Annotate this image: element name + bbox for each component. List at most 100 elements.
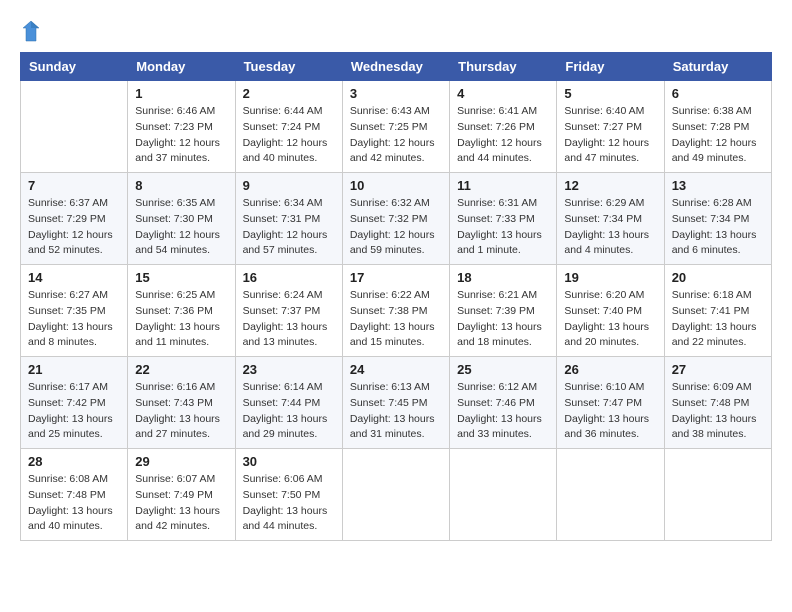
day-number: 2 (243, 86, 335, 101)
calendar-cell: 23 Sunrise: 6:14 AM Sunset: 7:44 PM Dayli… (235, 357, 342, 449)
weekday-header-saturday: Saturday (664, 53, 771, 81)
day-number: 4 (457, 86, 549, 101)
day-info: Sunrise: 6:06 AM Sunset: 7:50 PM Dayligh… (243, 472, 335, 535)
day-info: Sunrise: 6:12 AM Sunset: 7:46 PM Dayligh… (457, 380, 549, 443)
day-number: 26 (564, 362, 656, 377)
day-info: Sunrise: 6:18 AM Sunset: 7:41 PM Dayligh… (672, 288, 764, 351)
calendar-cell (21, 81, 128, 173)
calendar-cell (450, 449, 557, 541)
day-info: Sunrise: 6:09 AM Sunset: 7:48 PM Dayligh… (672, 380, 764, 443)
day-number: 11 (457, 178, 549, 193)
day-number: 14 (28, 270, 120, 285)
weekday-header-tuesday: Tuesday (235, 53, 342, 81)
weekday-header-sunday: Sunday (21, 53, 128, 81)
day-number: 13 (672, 178, 764, 193)
calendar-cell: 17 Sunrise: 6:22 AM Sunset: 7:38 PM Dayli… (342, 265, 449, 357)
day-number: 5 (564, 86, 656, 101)
day-number: 29 (135, 454, 227, 469)
weekday-header-monday: Monday (128, 53, 235, 81)
day-number: 25 (457, 362, 549, 377)
day-info: Sunrise: 6:44 AM Sunset: 7:24 PM Dayligh… (243, 104, 335, 167)
day-info: Sunrise: 6:29 AM Sunset: 7:34 PM Dayligh… (564, 196, 656, 259)
calendar-cell: 3 Sunrise: 6:43 AM Sunset: 7:25 PM Daylig… (342, 81, 449, 173)
day-info: Sunrise: 6:22 AM Sunset: 7:38 PM Dayligh… (350, 288, 442, 351)
calendar-cell (342, 449, 449, 541)
calendar-cell: 18 Sunrise: 6:21 AM Sunset: 7:39 PM Dayli… (450, 265, 557, 357)
day-info: Sunrise: 6:10 AM Sunset: 7:47 PM Dayligh… (564, 380, 656, 443)
calendar-cell: 20Sunrise: 6:18 AM Sunset: 7:41 PM Dayli… (664, 265, 771, 357)
calendar-cell: 6 Sunrise: 6:38 AM Sunset: 7:28 PM Daylig… (664, 81, 771, 173)
calendar-cell: 16 Sunrise: 6:24 AM Sunset: 7:37 PM Dayli… (235, 265, 342, 357)
calendar-cell: 14 Sunrise: 6:27 AM Sunset: 7:35 PM Dayli… (21, 265, 128, 357)
calendar-cell: 25 Sunrise: 6:12 AM Sunset: 7:46 PM Dayli… (450, 357, 557, 449)
day-number: 8 (135, 178, 227, 193)
day-number: 19 (564, 270, 656, 285)
day-info: Sunrise: 6:41 AM Sunset: 7:26 PM Dayligh… (457, 104, 549, 167)
day-info: Sunrise: 6:17 AM Sunset: 7:42 PM Dayligh… (28, 380, 120, 443)
day-info: Sunrise: 6:21 AM Sunset: 7:39 PM Dayligh… (457, 288, 549, 351)
calendar-cell: 12 Sunrise: 6:29 AM Sunset: 7:34 PM Dayli… (557, 173, 664, 265)
day-info: Sunrise: 6:35 AM Sunset: 7:30 PM Dayligh… (135, 196, 227, 259)
day-info: Sunrise: 6:07 AM Sunset: 7:49 PM Dayligh… (135, 472, 227, 535)
day-info: Sunrise: 6:43 AM Sunset: 7:25 PM Dayligh… (350, 104, 442, 167)
calendar-cell: 21 Sunrise: 6:17 AM Sunset: 7:42 PM Dayli… (21, 357, 128, 449)
day-info: Sunrise: 6:38 AM Sunset: 7:28 PM Dayligh… (672, 104, 764, 167)
calendar-cell: 15Sunrise: 6:25 AM Sunset: 7:36 PM Dayli… (128, 265, 235, 357)
calendar-cell: 28Sunrise: 6:08 AM Sunset: 7:48 PM Dayli… (21, 449, 128, 541)
weekday-header-wednesday: Wednesday (342, 53, 449, 81)
calendar-cell: 11 Sunrise: 6:31 AM Sunset: 7:33 PM Dayli… (450, 173, 557, 265)
calendar-cell: 8 Sunrise: 6:35 AM Sunset: 7:30 PM Daylig… (128, 173, 235, 265)
day-info: Sunrise: 6:20 AM Sunset: 7:40 PM Dayligh… (564, 288, 656, 351)
day-info: Sunrise: 6:31 AM Sunset: 7:33 PM Dayligh… (457, 196, 549, 259)
day-number: 6 (672, 86, 764, 101)
week-row-5: 28Sunrise: 6:08 AM Sunset: 7:48 PM Dayli… (21, 449, 772, 541)
day-info: Sunrise: 6:40 AM Sunset: 7:27 PM Dayligh… (564, 104, 656, 167)
day-info: Sunrise: 6:16 AM Sunset: 7:43 PM Dayligh… (135, 380, 227, 443)
calendar-cell: 4 Sunrise: 6:41 AM Sunset: 7:26 PM Daylig… (450, 81, 557, 173)
day-number: 1 (135, 86, 227, 101)
header (20, 20, 772, 42)
calendar-cell: 5 Sunrise: 6:40 AM Sunset: 7:27 PM Daylig… (557, 81, 664, 173)
week-row-2: 7 Sunrise: 6:37 AM Sunset: 7:29 PM Daylig… (21, 173, 772, 265)
calendar-cell: 2 Sunrise: 6:44 AM Sunset: 7:24 PM Daylig… (235, 81, 342, 173)
calendar-cell: 1 Sunrise: 6:46 AM Sunset: 7:23 PM Daylig… (128, 81, 235, 173)
day-number: 30 (243, 454, 335, 469)
day-number: 15 (135, 270, 227, 285)
day-info: Sunrise: 6:37 AM Sunset: 7:29 PM Dayligh… (28, 196, 120, 259)
day-number: 23 (243, 362, 335, 377)
day-info: Sunrise: 6:27 AM Sunset: 7:35 PM Dayligh… (28, 288, 120, 351)
day-info: Sunrise: 6:08 AM Sunset: 7:48 PM Dayligh… (28, 472, 120, 535)
calendar-cell: 10 Sunrise: 6:32 AM Sunset: 7:32 PM Dayli… (342, 173, 449, 265)
day-number: 16 (243, 270, 335, 285)
day-number: 17 (350, 270, 442, 285)
day-info: Sunrise: 6:14 AM Sunset: 7:44 PM Dayligh… (243, 380, 335, 443)
day-info: Sunrise: 6:24 AM Sunset: 7:37 PM Dayligh… (243, 288, 335, 351)
day-number: 7 (28, 178, 120, 193)
day-number: 3 (350, 86, 442, 101)
weekday-header-thursday: Thursday (450, 53, 557, 81)
calendar-cell (557, 449, 664, 541)
day-info: Sunrise: 6:46 AM Sunset: 7:23 PM Dayligh… (135, 104, 227, 167)
calendar-cell: 27Sunrise: 6:09 AM Sunset: 7:48 PM Dayli… (664, 357, 771, 449)
calendar-cell: 24 Sunrise: 6:13 AM Sunset: 7:45 PM Dayli… (342, 357, 449, 449)
week-row-3: 14 Sunrise: 6:27 AM Sunset: 7:35 PM Dayli… (21, 265, 772, 357)
day-number: 12 (564, 178, 656, 193)
day-number: 18 (457, 270, 549, 285)
calendar-cell (664, 449, 771, 541)
day-info: Sunrise: 6:34 AM Sunset: 7:31 PM Dayligh… (243, 196, 335, 259)
calendar-cell: 13 Sunrise: 6:28 AM Sunset: 7:34 PM Dayli… (664, 173, 771, 265)
day-number: 22 (135, 362, 227, 377)
day-number: 10 (350, 178, 442, 193)
day-number: 24 (350, 362, 442, 377)
calendar-cell: 7 Sunrise: 6:37 AM Sunset: 7:29 PM Daylig… (21, 173, 128, 265)
calendar-cell: 22 Sunrise: 6:16 AM Sunset: 7:43 PM Dayli… (128, 357, 235, 449)
day-number: 21 (28, 362, 120, 377)
day-info: Sunrise: 6:32 AM Sunset: 7:32 PM Dayligh… (350, 196, 442, 259)
calendar-cell: 30 Sunrise: 6:06 AM Sunset: 7:50 PM Dayli… (235, 449, 342, 541)
day-info: Sunrise: 6:13 AM Sunset: 7:45 PM Dayligh… (350, 380, 442, 443)
day-number: 9 (243, 178, 335, 193)
calendar-cell: 29 Sunrise: 6:07 AM Sunset: 7:49 PM Dayli… (128, 449, 235, 541)
day-info: Sunrise: 6:28 AM Sunset: 7:34 PM Dayligh… (672, 196, 764, 259)
week-row-1: 1 Sunrise: 6:46 AM Sunset: 7:23 PM Daylig… (21, 81, 772, 173)
calendar-cell: 26 Sunrise: 6:10 AM Sunset: 7:47 PM Dayli… (557, 357, 664, 449)
